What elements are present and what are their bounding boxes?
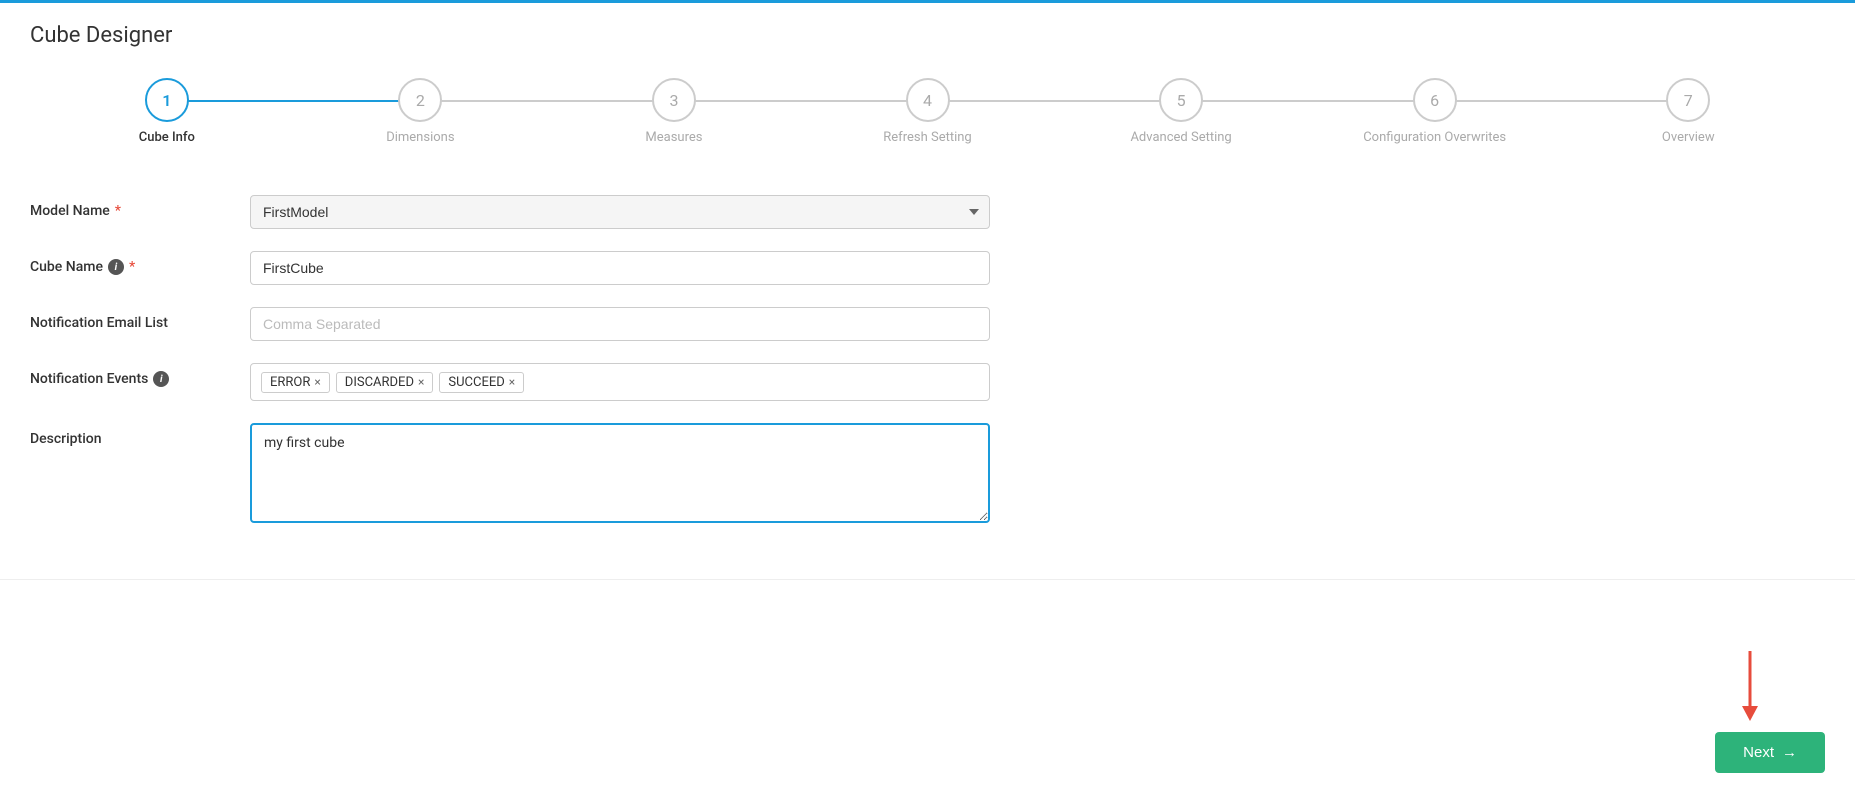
step-label-7: Overview <box>1662 130 1715 145</box>
step-circle-4: 4 <box>906 78 950 122</box>
step-5[interactable]: 5 Advanced Setting <box>1054 78 1308 145</box>
step-1[interactable]: 1 Cube Info <box>40 78 294 145</box>
tag-discarded: DISCARDED × <box>336 372 434 393</box>
step-label-5: Advanced Setting <box>1130 130 1231 145</box>
tag-succeed-remove[interactable]: × <box>509 376 515 388</box>
description-label: Description <box>30 423 250 447</box>
cube-name-row: Cube Name i * <box>30 251 1825 285</box>
notification-email-control <box>250 307 990 341</box>
step-6[interactable]: 6 Configuration Overwrites <box>1308 78 1562 145</box>
page-container: Cube Designer 1 Cube Info 2 Dimensions 3… <box>0 0 1855 793</box>
step-label-2: Dimensions <box>386 130 454 145</box>
model-name-required: * <box>115 203 121 219</box>
notification-events-row: Notification Events i ERROR × DISCARDED … <box>30 363 1825 401</box>
cube-name-control <box>250 251 990 285</box>
step-label-3: Measures <box>645 130 702 145</box>
step-circle-7: 7 <box>1666 78 1710 122</box>
model-name-control: FirstModel <box>250 195 990 229</box>
notification-email-label: Notification Email List <box>30 307 250 331</box>
cube-name-input[interactable] <box>250 251 990 285</box>
step-circle-5: 5 <box>1159 78 1203 122</box>
tag-succeed: SUCCEED × <box>439 372 524 393</box>
step-circle-2: 2 <box>398 78 442 122</box>
next-button-container: Next → <box>1715 732 1825 773</box>
next-button[interactable]: Next → <box>1715 732 1825 773</box>
form-section: Model Name * FirstModel Cube Name i * <box>30 185 1825 559</box>
step-label-4: Refresh Setting <box>883 130 971 145</box>
step-label-1: Cube Info <box>139 130 195 145</box>
notification-events-tags[interactable]: ERROR × DISCARDED × SUCCEED × <box>250 363 990 401</box>
tag-error-remove[interactable]: × <box>314 376 320 388</box>
step-2[interactable]: 2 Dimensions <box>294 78 548 145</box>
notification-events-control: ERROR × DISCARDED × SUCCEED × <box>250 363 990 401</box>
model-name-row: Model Name * FirstModel <box>30 195 1825 229</box>
step-4[interactable]: 4 Refresh Setting <box>801 78 1055 145</box>
description-textarea[interactable]: my first cube <box>250 423 990 523</box>
red-arrow-container <box>1740 651 1760 725</box>
cube-name-info-icon: i <box>108 259 124 275</box>
step-label-6: Configuration Overwrites <box>1363 130 1506 145</box>
cube-name-required: * <box>129 259 135 275</box>
model-name-label: Model Name * <box>30 195 250 219</box>
stepper: 1 Cube Info 2 Dimensions 3 Measures 4 <box>30 78 1825 145</box>
next-button-label: Next <box>1743 744 1774 761</box>
notification-events-info-icon: i <box>153 371 169 387</box>
model-name-select[interactable]: FirstModel <box>250 195 990 229</box>
page-title: Cube Designer <box>30 23 1825 48</box>
bottom-divider <box>0 579 1855 580</box>
step-3[interactable]: 3 Measures <box>547 78 801 145</box>
tag-error: ERROR × <box>261 372 330 393</box>
description-row: Description my first cube <box>30 423 1825 527</box>
step-7[interactable]: 7 Overview <box>1561 78 1815 145</box>
step-circle-3: 3 <box>652 78 696 122</box>
tag-discarded-remove[interactable]: × <box>418 376 424 388</box>
step-circle-1: 1 <box>145 78 189 122</box>
step-circle-6: 6 <box>1413 78 1457 122</box>
description-control: my first cube <box>250 423 990 527</box>
notification-email-input[interactable] <box>250 307 990 341</box>
cube-name-label: Cube Name i * <box>30 251 250 275</box>
next-button-arrow: → <box>1782 744 1797 761</box>
notification-email-row: Notification Email List <box>30 307 1825 341</box>
red-arrow-icon <box>1740 651 1760 721</box>
notification-events-label: Notification Events i <box>30 363 250 387</box>
